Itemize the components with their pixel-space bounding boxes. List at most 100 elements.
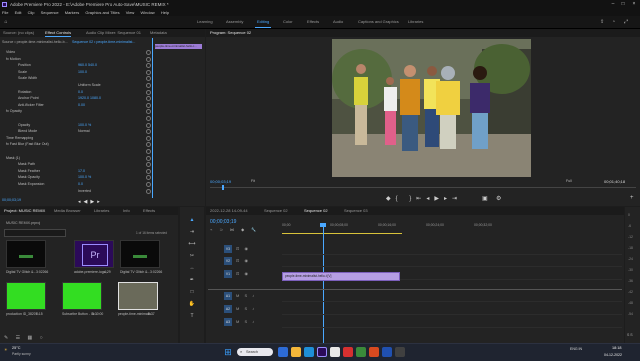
edge-icon[interactable] — [304, 347, 314, 357]
track-controls[interactable]: ⊡ ◉ — [236, 270, 250, 278]
effect-row[interactable]: Mask Opacity 100.0 % — [0, 174, 151, 181]
chrome-icon[interactable] — [330, 347, 340, 357]
zoom-select[interactable]: Fit — [251, 179, 255, 183]
track-controls[interactable]: M S ♪ — [236, 305, 256, 313]
project-item-thumbnail[interactable] — [62, 282, 102, 310]
effect-row-value[interactable]: 960.0 540.0 — [78, 62, 97, 68]
reset-icon[interactable] — [146, 102, 151, 108]
maximize-icon[interactable]: □ — [618, 0, 628, 9]
project-search-input[interactable] — [4, 229, 66, 237]
tab-libraries[interactable]: Libraries — [94, 207, 109, 215]
menu-window[interactable]: Window — [140, 10, 154, 15]
project-item-thumbnail[interactable] — [120, 240, 160, 268]
tab-sequence-02b[interactable]: Sequence 02 — [304, 207, 328, 215]
workspace-learning[interactable]: Learning — [197, 18, 213, 26]
effect-row[interactable]: Mask Expansion 0.0 — [0, 181, 151, 187]
reset-icon[interactable] — [146, 162, 151, 168]
effect-row-value[interactable]: 100.0 % — [78, 174, 91, 180]
pen-icon[interactable]: ✒ — [188, 277, 196, 283]
minimize-icon[interactable]: – — [608, 0, 618, 9]
effect-row-value[interactable]: 17.0 — [78, 168, 85, 174]
workspace-captions[interactable]: Captions and Graphics — [358, 18, 399, 26]
clock-date[interactable]: 04-12-2022 — [604, 353, 622, 357]
effect-row[interactable]: Blend Mode Normal — [0, 128, 151, 135]
workspace-color[interactable]: Color — [283, 18, 293, 26]
timeline-ruler[interactable]: 00;00 00;00;08;00 00;00;16;00 00;00;24;00 00… — [282, 223, 622, 233]
menu-markers[interactable]: Markers — [65, 10, 79, 15]
type-icon[interactable]: T — [188, 313, 196, 319]
sequence-clip-label[interactable]: Sequence 02 • people-time-minimalist... — [72, 40, 135, 44]
effect-row[interactable]: Position 960.0 540.0 — [0, 62, 151, 69]
track-header[interactable]: A3 M S ♪ — [206, 318, 282, 327]
effect-row[interactable]: Inverted — [0, 188, 151, 194]
selection-tool-icon[interactable]: ▲ — [188, 217, 196, 223]
reset-icon[interactable] — [146, 50, 151, 55]
reset-icon[interactable] — [146, 168, 151, 174]
notifications-icon[interactable]: ◔ — [612, 19, 615, 25]
reset-icon[interactable] — [146, 69, 151, 75]
program-video-frame[interactable] — [332, 39, 531, 177]
timeline-playhead[interactable] — [323, 225, 324, 343]
reset-icon[interactable] — [146, 83, 151, 88]
reset-icon[interactable] — [146, 129, 151, 135]
premiere-icon[interactable] — [317, 347, 327, 357]
workspace-editing[interactable]: Editing — [257, 18, 269, 26]
meter-solo-labels[interactable]: S S — [627, 333, 633, 337]
razor-icon[interactable]: ✂ — [188, 253, 196, 259]
workspace-audio[interactable]: Audio — [333, 18, 343, 26]
track-header[interactable]: V1 ⊡ ◉ — [206, 270, 282, 279]
reset-icon[interactable] — [146, 116, 151, 121]
menu-graphics[interactable]: Graphics and Titles — [85, 10, 119, 15]
reset-icon[interactable] — [146, 175, 151, 181]
reset-icon[interactable] — [146, 109, 151, 115]
reset-icon[interactable] — [146, 188, 151, 194]
tab-audio-clip-mixer[interactable]: Audio Clip Mixer: Sequence 01 — [86, 29, 141, 37]
effect-row-value[interactable]: Inverted — [78, 188, 91, 194]
effect-row-value[interactable]: Uniform Scale — [78, 82, 101, 88]
track-label[interactable]: V1 — [224, 270, 232, 278]
track-header[interactable]: V3 ⊡ ◉ — [206, 245, 282, 254]
track-controls[interactable]: M S ♪ — [236, 318, 256, 326]
workspace-libraries[interactable]: Libraries — [408, 18, 423, 26]
effect-row[interactable]: Video — [0, 49, 151, 55]
reset-icon[interactable] — [146, 135, 151, 141]
menu-help[interactable]: Help — [161, 10, 169, 15]
tab-media-browser[interactable]: Media Browser — [54, 207, 81, 215]
reset-icon[interactable] — [146, 122, 151, 128]
rectangle-icon[interactable]: □ — [188, 289, 196, 295]
effect-row[interactable]: Mask Feather 17.0 — [0, 168, 151, 174]
menu-clip[interactable]: Clip — [28, 10, 35, 15]
track-controls[interactable]: ⊡ ◉ — [236, 245, 250, 253]
tab-source[interactable]: Source: (no clips) — [3, 29, 34, 37]
effect-row[interactable]: Opacity 100.0 % — [0, 122, 151, 128]
effect-row-value[interactable]: 1920.0 1080.0 — [78, 95, 101, 101]
workspace-effects[interactable]: Effects — [307, 18, 319, 26]
clock-time[interactable]: 18:18 — [612, 346, 622, 350]
slip-icon[interactable]: ↔ — [188, 265, 196, 271]
track-label[interactable]: A1 — [224, 292, 232, 300]
track-header[interactable]: A1 M S ♪ — [206, 292, 282, 301]
timeline-tools[interactable]: ⌁ ⊃ ⋈ ◆ 🔧 — [210, 227, 259, 232]
app-red-icon[interactable] — [343, 347, 353, 357]
track-select-icon[interactable]: ⇥ — [188, 229, 196, 235]
tab-sequence-02a[interactable]: Sequence 02 — [264, 207, 288, 215]
word-icon[interactable] — [382, 347, 392, 357]
reset-icon[interactable] — [146, 182, 151, 187]
timeline-timecode[interactable]: 00;00;03;19 — [210, 219, 236, 225]
track-label[interactable]: V2 — [224, 257, 232, 265]
app-dark-icon[interactable] — [395, 347, 405, 357]
menu-edit[interactable]: Edit — [15, 10, 22, 15]
hand-icon[interactable]: ✋ — [188, 301, 196, 307]
program-timecode[interactable]: 00;00;03;19 — [210, 179, 231, 184]
program-playhead[interactable] — [222, 185, 224, 190]
tab-sequence-03[interactable]: Sequence 03 — [344, 207, 368, 215]
workspace-assembly[interactable]: Assembly — [226, 18, 243, 26]
reset-icon[interactable] — [146, 155, 151, 161]
tab-metadata[interactable]: Metadata — [150, 29, 167, 37]
effect-row[interactable]: fx Motion — [0, 56, 151, 62]
track-header[interactable]: A2 M S ♪ — [206, 305, 282, 314]
reset-icon[interactable] — [146, 76, 151, 82]
playhead-handle[interactable] — [320, 223, 326, 227]
transport-controls[interactable]: ◆{ }⇤◂▶▸⇥ — [386, 195, 476, 202]
track-label[interactable]: A2 — [224, 305, 232, 313]
